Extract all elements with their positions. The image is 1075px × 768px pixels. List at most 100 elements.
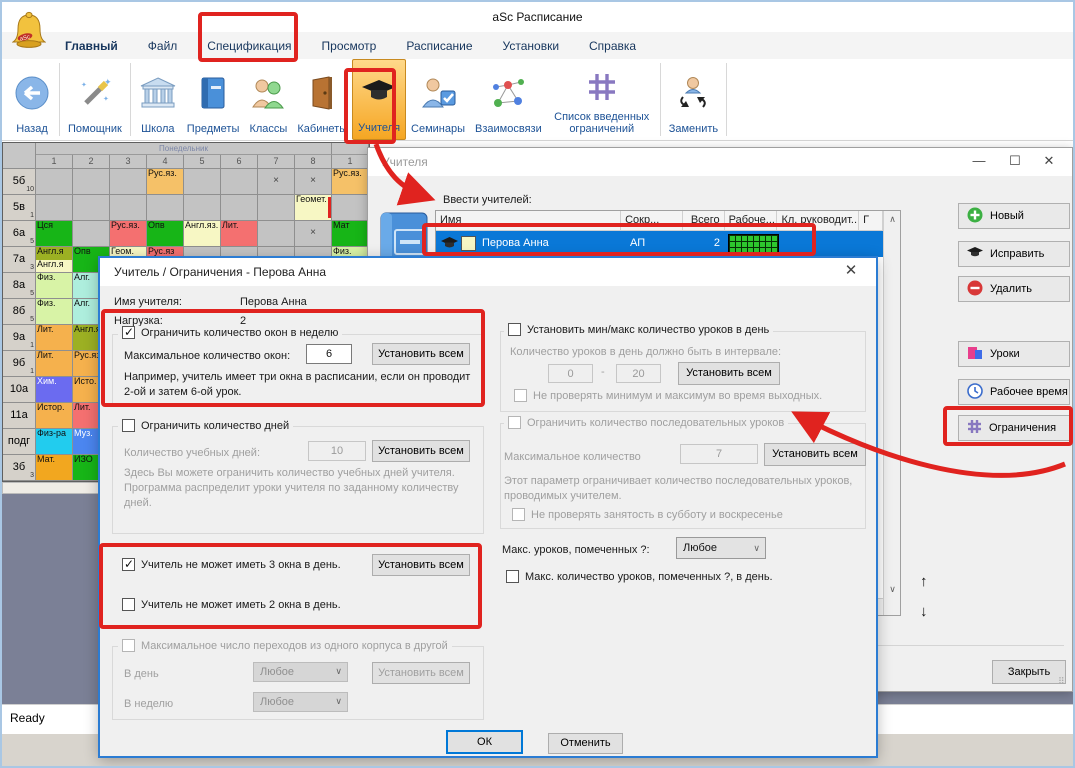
timetable-cell[interactable]: Англ.яАнгл.я	[36, 247, 73, 273]
timetable-cell[interactable]: Геомет.	[295, 195, 332, 221]
limit-windows-checkbox[interactable]: Ограничить количество окон в неделю	[118, 326, 342, 339]
column-header-Имя[interactable]: Имя	[436, 211, 621, 230]
set-all-minmax-button[interactable]: Установить всем	[678, 362, 780, 385]
toolbar-button-Список введенных ограничений[interactable]: Список введенных ограничений	[547, 59, 657, 140]
timetable-cell[interactable]	[36, 195, 73, 221]
max-windows-input[interactable]: 6	[306, 344, 352, 364]
class-row-label[interactable]: 6а5	[3, 221, 36, 247]
no-2-gaps-checkbox[interactable]: Учитель не может иметь 2 окна в день.	[118, 598, 345, 611]
timetable-cell[interactable]	[73, 221, 110, 247]
column-header-Рабоче...[interactable]: Рабоче...	[725, 211, 778, 230]
marked-lessons-combo[interactable]: Любое∨	[676, 537, 766, 559]
minmax-checkbox[interactable]: Установить мин/макс количество уроков в …	[504, 323, 773, 336]
class-row-label[interactable]: 9б1	[3, 351, 36, 377]
timetable-cell[interactable]	[258, 221, 295, 247]
timetable-cell[interactable]: Цся	[36, 221, 73, 247]
checkbox-icon[interactable]	[508, 323, 521, 336]
menu-item-Главный[interactable]: Главный	[50, 39, 133, 53]
column-header-Сокр...[interactable]: Сокр...	[621, 211, 683, 230]
class-row-label[interactable]: 9а1	[3, 325, 36, 351]
menu-item-Расписание[interactable]: Расписание	[391, 39, 487, 53]
timetable-cell[interactable]: Хим.	[36, 377, 73, 403]
timetable-cell[interactable]	[73, 169, 110, 195]
ok-button[interactable]: ОК	[446, 730, 523, 754]
toolbar-button-Школа[interactable]: Школа	[134, 59, 182, 140]
checkbox-icon[interactable]	[122, 419, 135, 432]
timetable-cell[interactable]	[147, 195, 184, 221]
timetable-cell[interactable]	[221, 169, 258, 195]
class-row-label[interactable]: 3б3	[3, 455, 36, 481]
class-row-label[interactable]: 10а	[3, 377, 36, 403]
set-all-days-button[interactable]: Установить всем	[372, 440, 470, 462]
class-row-label[interactable]: 5в1	[3, 195, 36, 221]
toolbar-button-Взаимосвязи[interactable]: Взаимосвязи	[470, 59, 547, 140]
close-icon[interactable]: ✕	[834, 258, 868, 284]
class-row-label[interactable]: 7а3	[3, 247, 36, 273]
marked-per-day-checkbox[interactable]: Макс. количество уроков, помеченных ?, в…	[502, 570, 777, 583]
checkbox-icon[interactable]	[512, 508, 525, 521]
timetable-cell[interactable]: Физ.	[36, 273, 73, 299]
minimize-icon[interactable]: —	[962, 148, 996, 174]
close-icon[interactable]: ✕	[1032, 148, 1066, 174]
set-all-gaps-button[interactable]: Установить всем	[372, 554, 470, 576]
timetable-cell[interactable]	[184, 195, 221, 221]
timetable-cell[interactable]	[258, 195, 295, 221]
toolbar-button-Классы[interactable]: Классы	[244, 59, 292, 140]
timetable-cell[interactable]: Опв	[147, 221, 184, 247]
limit-consecutive-checkbox[interactable]: Ограничить количество последовательных у…	[504, 416, 788, 429]
checkbox-icon[interactable]	[122, 558, 135, 571]
class-row-label[interactable]: 11а	[3, 403, 36, 429]
menu-item-Спецификация[interactable]: Спецификация	[192, 39, 306, 53]
timetable-cell[interactable]: Лит.	[36, 351, 73, 377]
checkbox-icon[interactable]	[122, 598, 135, 611]
timetable-cell[interactable]: Англ.яз.	[184, 221, 221, 247]
checkbox-icon[interactable]	[508, 416, 521, 429]
skip-weekend-consecutive-checkbox[interactable]: Не проверять занятость в субботу и воскр…	[508, 508, 787, 521]
checkbox-icon[interactable]	[514, 389, 527, 402]
timetable-cell[interactable]: ×	[258, 169, 295, 195]
timetable-cell[interactable]: Лит.	[221, 221, 258, 247]
timetable-cell[interactable]	[36, 169, 73, 195]
no-3-gaps-checkbox[interactable]: Учитель не может иметь 3 окна в день.	[118, 558, 345, 571]
checkbox-icon[interactable]	[122, 326, 135, 339]
worktime-button[interactable]: Рабочее время	[958, 379, 1070, 405]
timetable-cell[interactable]	[184, 169, 221, 195]
timetable-cell[interactable]: Лит.	[36, 325, 73, 351]
move-down-icon[interactable]: ↓	[920, 603, 928, 620]
timetable-cell[interactable]: ×	[295, 221, 332, 247]
toolbar-button-Назад[interactable]: Назад	[8, 59, 56, 140]
delete-teacher-button[interactable]: Удалить	[958, 276, 1070, 302]
class-row-label[interactable]: 5б10	[3, 169, 36, 195]
close-teachers-button[interactable]: Закрыть	[992, 660, 1066, 684]
menu-item-Установки[interactable]: Установки	[488, 39, 574, 53]
timetable-cell[interactable]: Рус.яз.	[110, 221, 147, 247]
timetable-cell[interactable]: Рус.яз.	[332, 169, 369, 195]
timetable-cell[interactable]	[221, 195, 258, 221]
timetable-cell[interactable]: ×	[295, 169, 332, 195]
toolbar-button-Кабинеты[interactable]: Кабинеты	[292, 59, 352, 140]
set-all-consecutive-button[interactable]: Установить всем	[764, 443, 866, 466]
class-row-label[interactable]: 8б5	[3, 299, 36, 325]
edit-teacher-button[interactable]: Исправить	[958, 241, 1070, 267]
timetable-cell[interactable]: Мат	[332, 221, 369, 247]
cancel-button[interactable]: Отменить	[548, 733, 623, 754]
set-all-windows-button[interactable]: Установить всем	[372, 343, 470, 365]
skip-weekend-minmax-checkbox[interactable]: Не проверять минимум и максимум во время…	[510, 389, 826, 402]
column-header-Г[interactable]: Г	[859, 211, 883, 230]
menu-item-Файл[interactable]: Файл	[133, 39, 193, 53]
scroll-up-icon[interactable]: ∧	[884, 211, 901, 228]
limit-days-checkbox[interactable]: Ограничить количество дней	[118, 419, 293, 432]
class-row-label[interactable]: 8а5	[3, 273, 36, 299]
new-teacher-button[interactable]: Новый	[958, 203, 1070, 229]
menu-item-Просмотр[interactable]: Просмотр	[307, 39, 392, 53]
checkbox-icon[interactable]	[506, 570, 519, 583]
timetable-cell[interactable]: Физ.	[36, 299, 73, 325]
column-header-Кл. руководит...[interactable]: Кл. руководит...	[777, 211, 859, 230]
timetable-cell[interactable]: Истор.	[36, 403, 73, 429]
teacher-row[interactable]: Перова Анна АП 2	[436, 231, 883, 257]
menu-item-Справка[interactable]: Справка	[574, 39, 651, 53]
timetable-cell[interactable]	[110, 195, 147, 221]
teachers-table-vscrollbar[interactable]: ∧ ∨	[883, 211, 900, 615]
timetable-cell[interactable]: Мат.	[36, 455, 73, 481]
toolbar-button-Предметы[interactable]: Предметы	[182, 59, 245, 140]
